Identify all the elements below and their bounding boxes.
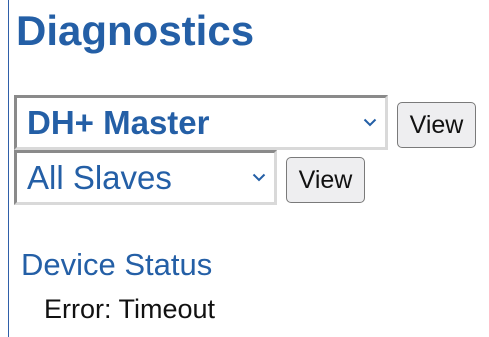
- slaves-select-value: All Slaves: [27, 158, 172, 196]
- master-select-value: DH+ Master: [27, 103, 210, 141]
- chevron-down-icon: [355, 118, 385, 127]
- device-status-heading: Device Status: [21, 247, 213, 282]
- slaves-view-button[interactable]: View: [286, 157, 365, 203]
- device-status-message: Error: Timeout: [44, 294, 216, 324]
- page-title: Diagnostics: [16, 7, 255, 54]
- diagnostics-page: Diagnostics DH+ Master View All Slaves V…: [0, 0, 489, 337]
- master-select[interactable]: DH+ Master: [14, 95, 388, 150]
- chevron-down-icon: [244, 173, 274, 182]
- master-view-button[interactable]: View: [397, 102, 476, 148]
- left-border-rule: [8, 0, 9, 337]
- slaves-select[interactable]: All Slaves: [14, 150, 277, 205]
